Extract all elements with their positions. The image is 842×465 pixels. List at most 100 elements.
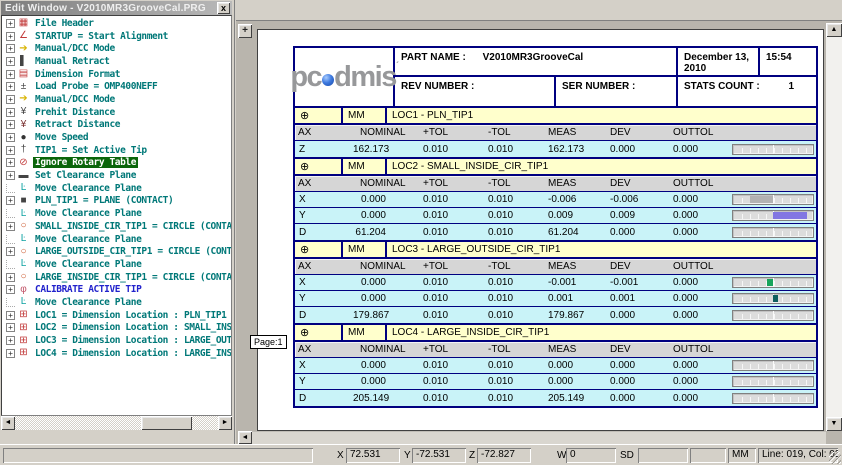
page-badge: Page:1 xyxy=(250,335,287,349)
tree-item[interactable]: ĿMove Clearance Plane xyxy=(4,233,231,246)
tree-connector xyxy=(6,235,15,244)
close-icon[interactable]: x xyxy=(217,2,230,14)
edit-window-panel: Edit Window - V2010MR3GrooveCal.PRG x +▦… xyxy=(0,0,235,444)
expand-plus-icon[interactable]: + xyxy=(6,146,15,155)
tree-item[interactable]: ĿMove Clearance Plane xyxy=(4,207,231,220)
measurement-cell-dev: 0.000 xyxy=(607,393,670,404)
tree-item-label: Prehit Distance xyxy=(33,107,117,118)
expand-plus-icon[interactable]: + xyxy=(6,273,15,282)
measurement-cell-tol: 0.010 xyxy=(485,360,545,371)
gauge-deviation-bar xyxy=(767,279,773,286)
expand-plus-icon[interactable]: + xyxy=(6,336,15,345)
tree-item[interactable]: +φCALIBRATE ACTIVE TIP xyxy=(4,283,231,296)
tree-item[interactable]: +¥Prehit Distance xyxy=(4,106,231,119)
column-header: +TOL xyxy=(420,344,485,355)
expand-plus-icon[interactable]: + xyxy=(6,19,15,28)
move-clearance-icon: Ŀ xyxy=(17,182,30,194)
report-vertical-scrollbar[interactable]: ▲ ▼ xyxy=(826,23,842,431)
dimension-block-header: ⊕MMLOC1 - PLN_TIP1 xyxy=(295,108,816,125)
dimension-location-icon: ⊞ xyxy=(17,309,30,321)
stats-count-value: 1 xyxy=(789,81,795,92)
expand-plus-icon[interactable]: + xyxy=(6,285,15,294)
expand-plus-icon[interactable]: + xyxy=(6,158,15,167)
tree-item[interactable]: +■PLN_TIP1 = PLANE (CONTACT) xyxy=(4,195,231,208)
tree-scroll-track[interactable] xyxy=(15,416,218,430)
tree-item[interactable]: +▬Set Clearance Plane xyxy=(4,169,231,182)
expand-plus-icon[interactable]: + xyxy=(6,311,15,320)
measurement-cell-nominal: 0.000 xyxy=(350,376,420,387)
expand-plus-icon[interactable]: + xyxy=(6,247,15,256)
tree-item[interactable]: +⊞LOC3 = Dimension Location : LARGE_OUTS… xyxy=(4,334,231,347)
expand-plus-icon[interactable]: + xyxy=(6,120,15,129)
tree-item[interactable]: +±Load Probe = OMP400NEFF xyxy=(4,80,231,93)
expand-plus-icon[interactable]: + xyxy=(6,32,15,41)
tree-item[interactable]: ĿMove Clearance Plane xyxy=(4,296,231,309)
expand-plus-icon[interactable]: + xyxy=(6,323,15,332)
scroll-left-icon[interactable]: ◄ xyxy=(1,416,15,430)
report-horizontal-scrollbar[interactable]: ◄ xyxy=(238,431,826,444)
expand-plus-icon[interactable]: + xyxy=(6,57,15,66)
column-header: OUTTOL xyxy=(670,178,732,189)
tree-item[interactable]: +○LARGE_INSIDE_CIR_TIP1 = CIRCLE (CONTAC… xyxy=(4,271,231,284)
tree-item[interactable]: +➔Manual/DCC Mode xyxy=(4,93,231,106)
expand-plus-icon[interactable]: + xyxy=(6,171,15,180)
tree-item[interactable]: +➔Manual/DCC Mode xyxy=(4,42,231,55)
expand-plus-icon[interactable]: + xyxy=(6,70,15,79)
tree-item[interactable]: +▦File Header xyxy=(4,17,231,30)
expand-plus-icon[interactable]: + xyxy=(6,133,15,142)
expand-plus-icon[interactable]: + xyxy=(6,108,15,117)
scroll-left-icon[interactable]: ◄ xyxy=(238,431,252,444)
dimension-location-icon: ⊞ xyxy=(17,335,30,347)
tree-item[interactable]: +▌Manual Retract xyxy=(4,55,231,68)
tree-item[interactable]: +○SMALL_INSIDE_CIR_TIP1 = CIRCLE (CONTAC… xyxy=(4,220,231,233)
tree-item[interactable]: +⊞LOC2 = Dimension Location : SMALL_INSI… xyxy=(4,322,231,335)
tree-horizontal-scrollbar[interactable]: ◄ ► xyxy=(1,416,232,430)
measurement-cell-outtol: 0.000 xyxy=(670,277,732,288)
report-hscroll-track[interactable] xyxy=(252,431,826,444)
measurement-cell-dev: 0.000 xyxy=(607,144,670,155)
measurement-cell-tol: 0.010 xyxy=(485,194,545,205)
tree-item[interactable]: +⊞LOC4 = Dimension Location : LARGE_INSI… xyxy=(4,347,231,360)
x-coordinate-value: 72.531 xyxy=(346,448,400,463)
tree-item[interactable]: +▤Dimension Format xyxy=(4,68,231,81)
sd-value-box-2 xyxy=(690,448,726,463)
tree-item-label: LOC1 = Dimension Location : PLN_TIP1 xyxy=(33,310,229,321)
expand-plus-icon[interactable]: + xyxy=(6,44,15,53)
tree-item[interactable]: +¥Retract Distance xyxy=(4,119,231,132)
tree-item[interactable]: +●Move Speed xyxy=(4,131,231,144)
measurement-row: D61.2040.0100.01061.2040.0000.000 xyxy=(295,224,816,240)
column-header: OUTTOL xyxy=(670,127,732,138)
scroll-up-icon[interactable]: ▲ xyxy=(826,23,842,37)
gauge-center-line xyxy=(773,228,774,237)
tree-item[interactable]: +†TIP1 = Set Active Tip xyxy=(4,144,231,157)
tree-item[interactable]: +⊘Ignore Rotary Table xyxy=(4,157,231,170)
tree-item[interactable]: ĿMove Clearance Plane xyxy=(4,182,231,195)
edit-window-titlebar[interactable]: Edit Window - V2010MR3GrooveCal.PRG x xyxy=(1,1,232,15)
tree-item[interactable]: +∠STARTUP = Start Alignment xyxy=(4,30,231,43)
expand-plus-icon[interactable]: + xyxy=(6,82,15,91)
tree-scroll-thumb[interactable] xyxy=(141,416,192,430)
measurement-row: X0.0000.0100.0100.0000.0000.000 xyxy=(295,358,816,374)
gauge-center-line xyxy=(773,145,774,154)
expand-plus-icon[interactable]: + xyxy=(6,349,15,358)
report-vscroll-track[interactable] xyxy=(826,37,842,417)
pan-button[interactable]: + xyxy=(238,24,252,38)
stats-count-cell: STATS COUNT : 1 xyxy=(678,77,816,106)
tip-icon: † xyxy=(17,144,30,156)
column-header: +TOL xyxy=(420,178,485,189)
column-header: MEAS xyxy=(545,178,607,189)
column-header: MEAS xyxy=(545,344,607,355)
tree-item[interactable]: ĿMove Clearance Plane xyxy=(4,258,231,271)
measurement-row: Y0.0000.0100.0100.0010.0010.000 xyxy=(295,291,816,307)
expand-plus-icon[interactable]: + xyxy=(6,196,15,205)
tree-item[interactable]: +○LARGE_OUTSIDE_CIR_TIP1 = CIRCLE (CONTA… xyxy=(4,245,231,258)
plane-feature-icon: ■ xyxy=(17,195,30,207)
scroll-right-icon[interactable]: ► xyxy=(218,416,232,430)
tree-item[interactable]: +⊞LOC1 = Dimension Location : PLN_TIP1 xyxy=(4,309,231,322)
measurement-cell-tol: 0.010 xyxy=(420,144,485,155)
expand-plus-icon[interactable]: + xyxy=(6,95,15,104)
application-window: Edit Window - V2010MR3GrooveCal.PRG x +▦… xyxy=(0,0,842,465)
expand-plus-icon[interactable]: + xyxy=(6,222,15,231)
resize-grip[interactable] xyxy=(829,452,841,464)
scroll-down-icon[interactable]: ▼ xyxy=(826,417,842,431)
